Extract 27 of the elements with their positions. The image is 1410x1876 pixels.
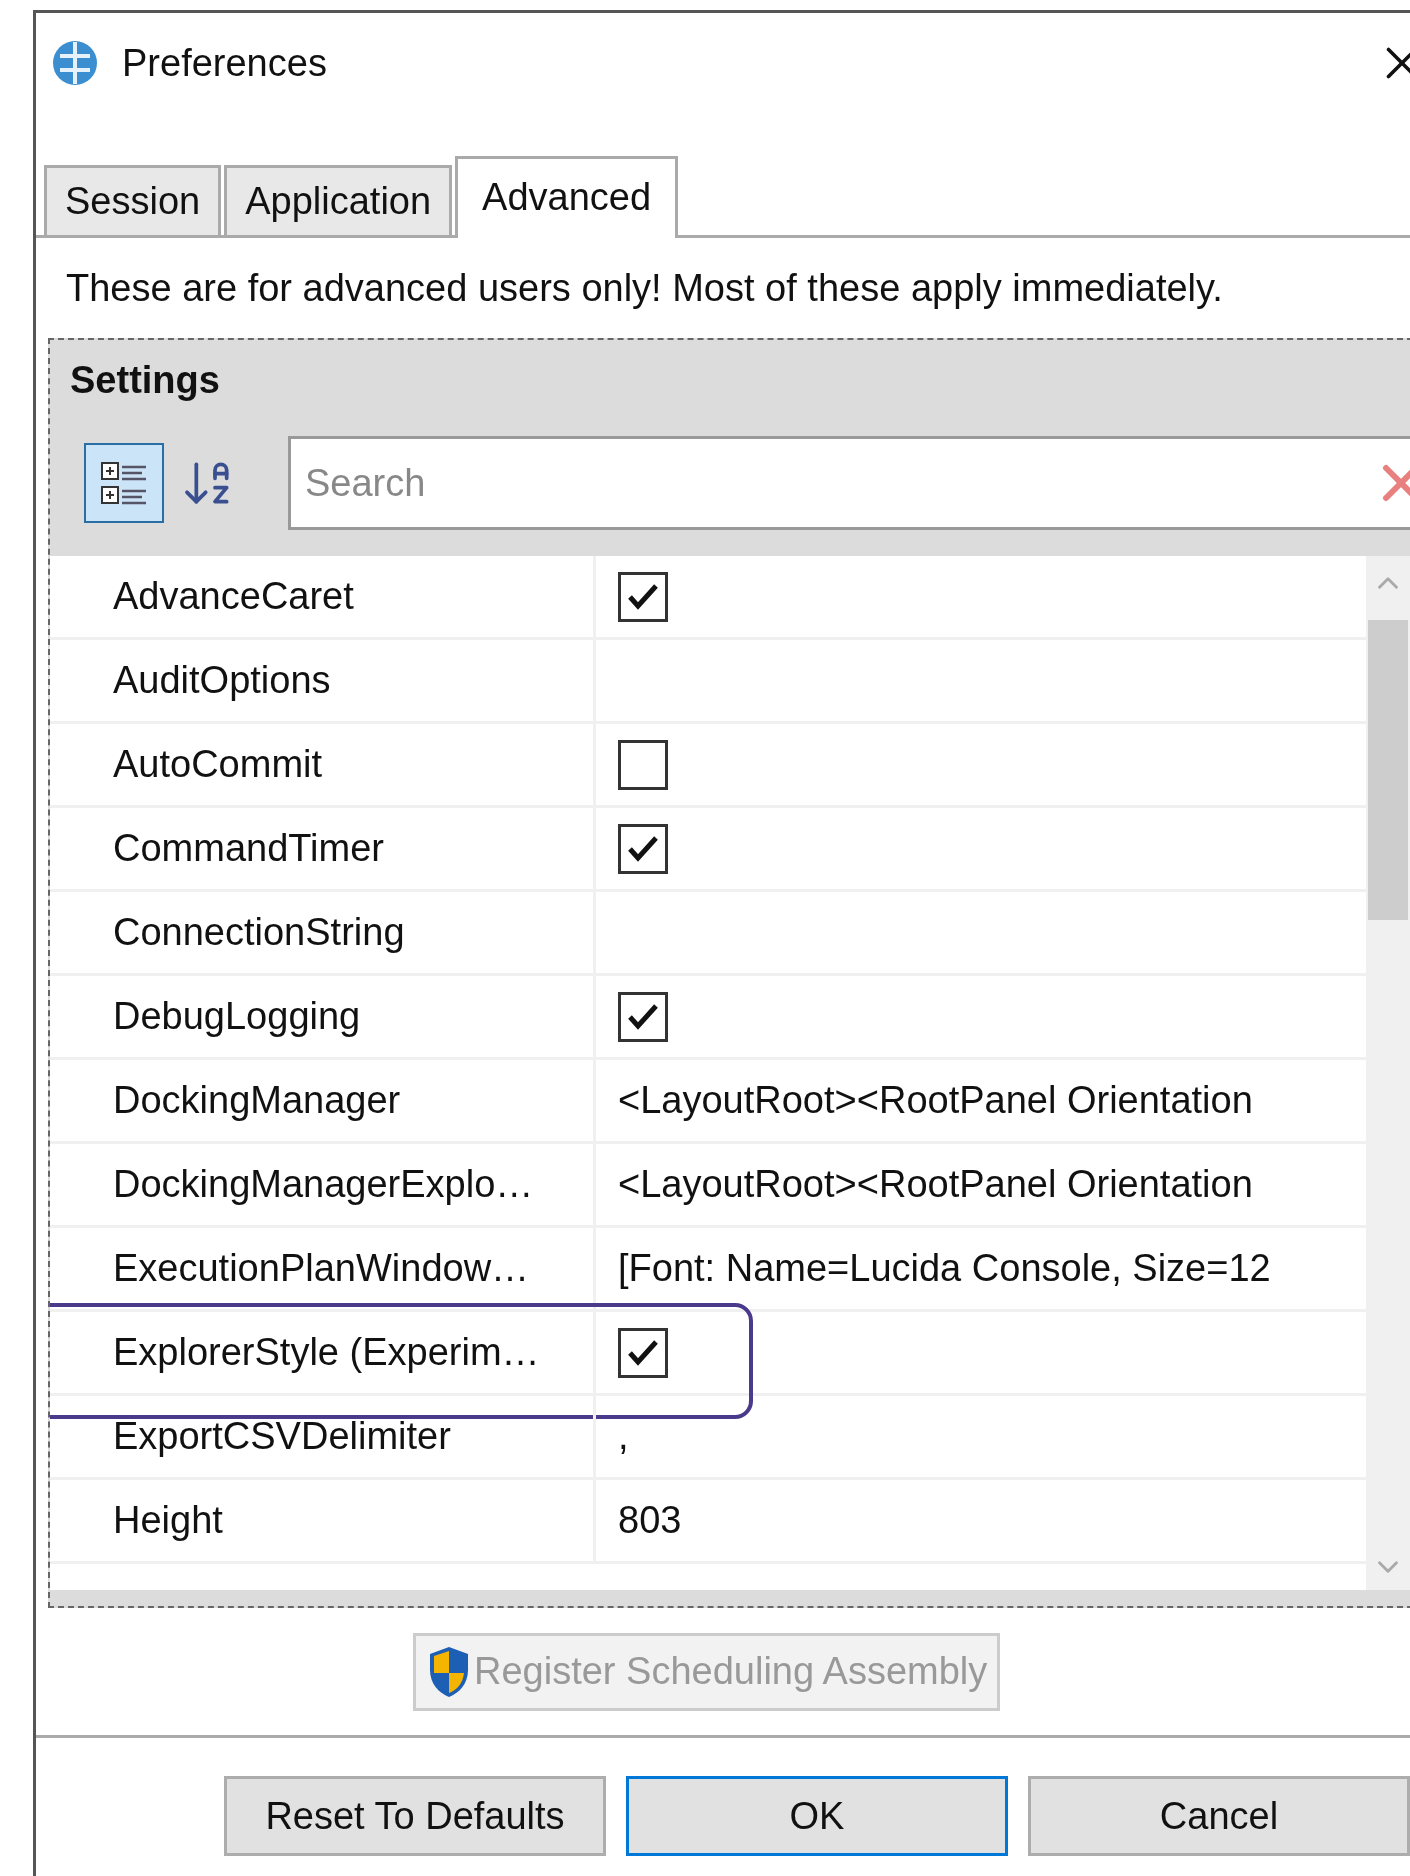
property-value: [Font: Name=Lucida Console, Size=12 — [618, 1246, 1271, 1291]
property-name: DockingManagerExplo… — [50, 1144, 596, 1225]
description-text: These are for advanced users only! Most of these apply immediately. — [65, 266, 1224, 311]
property-name: AdvanceCaret — [50, 556, 596, 637]
search-field[interactable]: Search — [288, 436, 1410, 530]
property-name: Height — [50, 1480, 596, 1561]
property-name: ConnectionString — [50, 892, 596, 973]
property-value: , — [618, 1414, 629, 1459]
window-title: Preferences — [122, 40, 327, 86]
property-name: ExecutionPlanWindow… — [50, 1228, 596, 1309]
property-value: <LayoutRoot><RootPanel Orientation — [618, 1162, 1253, 1207]
property-name: AutoCommit — [50, 724, 596, 805]
tab[interactable]: Advanced — [455, 156, 679, 238]
property-name: ExportCSVDelimiter — [50, 1396, 596, 1477]
property-name: DockingManager — [50, 1060, 596, 1141]
settings-header: Settings — [69, 358, 221, 403]
property-name: ExplorerStyle (Experim… — [50, 1312, 596, 1393]
tab[interactable]: Application — [224, 165, 453, 235]
property-name: AuditOptions — [50, 640, 596, 721]
dialog-button[interactable]: OK — [626, 1776, 1008, 1856]
tab[interactable]: Session — [44, 165, 222, 235]
property-name: CommandTimer — [50, 808, 596, 889]
dialog-button[interactable]: Reset To Defaults — [224, 1776, 606, 1856]
property-value: <LayoutRoot><RootPanel Orientation — [618, 1078, 1253, 1123]
dialog-button[interactable]: Cancel — [1028, 1776, 1410, 1856]
property-value: 803 — [618, 1498, 682, 1543]
property-name: DebugLogging — [50, 976, 596, 1057]
